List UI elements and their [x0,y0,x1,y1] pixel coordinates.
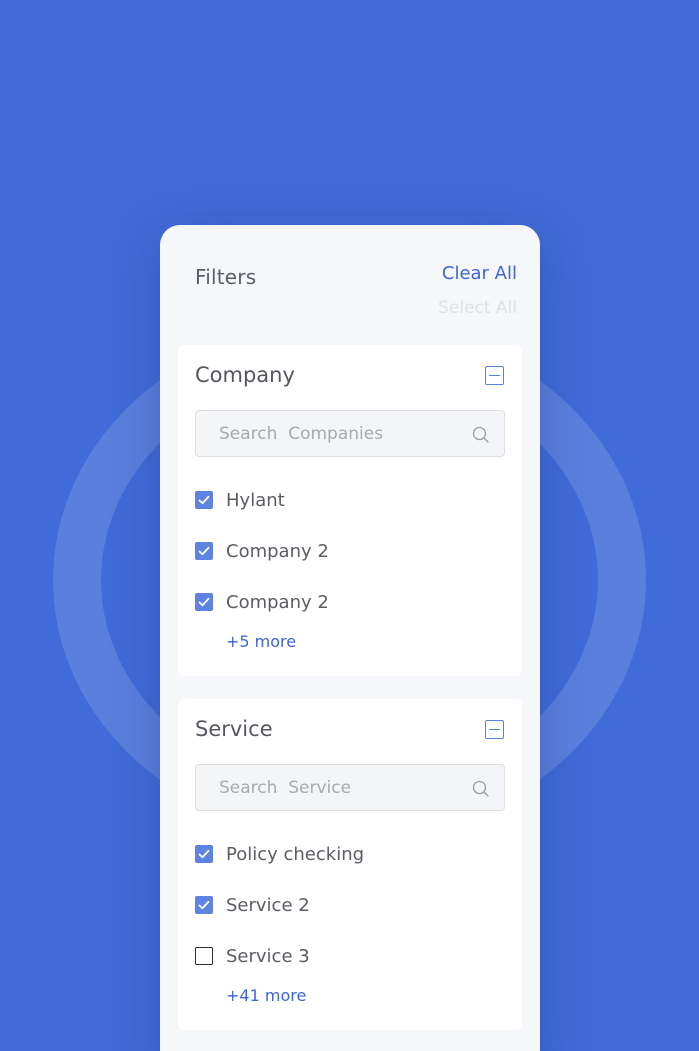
company-show-more-link[interactable]: +5 more [226,632,296,651]
check-icon [198,849,210,859]
select-all-button[interactable]: Select All [438,298,517,318]
check-icon [198,900,210,910]
check-icon [198,597,210,607]
check-icon [198,495,210,505]
checkbox-checked[interactable] [195,593,213,611]
service-option-service-2[interactable]: Service 2 [195,894,310,916]
service-filter-section: Service Policy checking Service 2 Servic… [178,699,522,1030]
checkbox-checked[interactable] [195,845,213,863]
option-label: Hylant [226,489,285,511]
option-label: Service 2 [226,894,310,916]
company-option-company-2[interactable]: Company 2 [195,540,329,562]
service-option-service-3[interactable]: Service 3 [195,945,310,967]
company-option-hylant[interactable]: Hylant [195,489,285,511]
panel-title: Filters [195,265,257,289]
filters-panel: Filters Clear All Select All Company Hyl… [160,225,540,1051]
option-label: Company 2 [226,540,329,562]
option-label: Company 2 [226,591,329,613]
checkbox-checked[interactable] [195,542,213,560]
collapse-company-button[interactable] [485,366,504,385]
section-title: Company [195,363,295,387]
check-icon [198,546,210,556]
service-search-input[interactable] [196,765,504,810]
company-option-company-2b[interactable]: Company 2 [195,591,329,613]
checkbox-checked[interactable] [195,491,213,509]
search-icon [472,780,489,797]
service-search-box [195,764,505,811]
option-label: Policy checking [226,843,365,865]
option-label: Service 3 [226,945,310,967]
collapse-service-button[interactable] [485,720,504,739]
company-filter-section: Company Hylant Company 2 Company [178,345,522,676]
service-show-more-link[interactable]: +41 more [226,986,306,1005]
search-icon [472,426,489,443]
checkbox-unchecked[interactable] [195,947,213,965]
company-search-input[interactable] [196,411,504,456]
checkbox-checked[interactable] [195,896,213,914]
company-search-box [195,410,505,457]
clear-all-button[interactable]: Clear All [442,263,517,284]
section-title: Service [195,717,273,741]
service-option-policy-checking[interactable]: Policy checking [195,843,364,865]
